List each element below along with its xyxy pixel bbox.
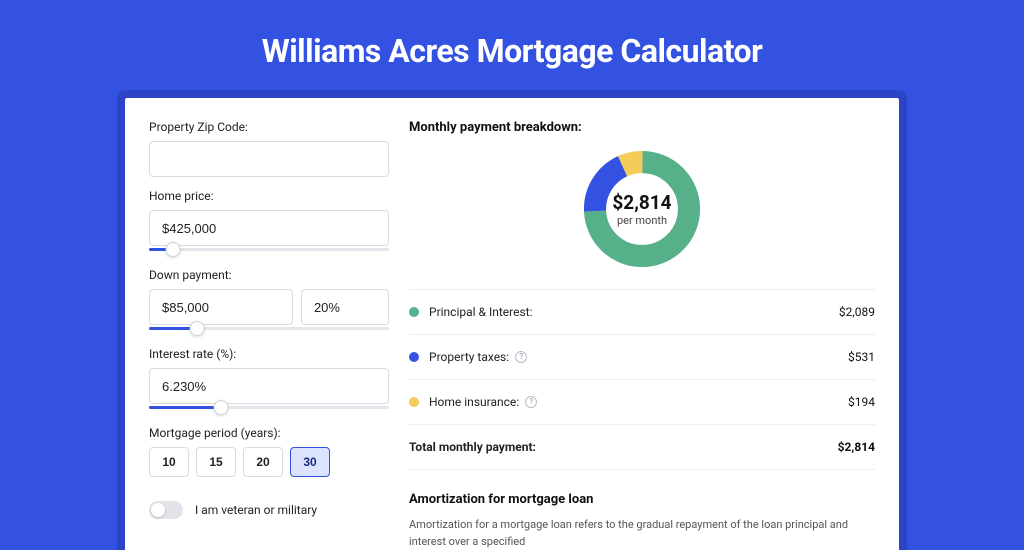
home-price-label: Home price: bbox=[149, 189, 389, 203]
divider bbox=[409, 289, 875, 290]
interest-slider[interactable] bbox=[149, 402, 389, 414]
period-option-30[interactable]: 30 bbox=[290, 447, 330, 477]
donut-sub: per month bbox=[612, 214, 671, 227]
legend-label: Home insurance: ? bbox=[429, 395, 848, 409]
form-column: Property Zip Code: Home price: Down paym… bbox=[149, 120, 389, 550]
field-period: Mortgage period (years): 10 15 20 30 bbox=[149, 426, 389, 477]
amortization-text: Amortization for a mortgage loan refers … bbox=[409, 517, 875, 550]
period-option-20[interactable]: 20 bbox=[243, 447, 283, 477]
down-payment-pct-input[interactable] bbox=[301, 289, 389, 325]
slider-thumb[interactable] bbox=[166, 242, 181, 257]
interest-input[interactable] bbox=[149, 368, 389, 404]
donut-chart: $2,814 per month bbox=[409, 147, 875, 271]
period-label: Mortgage period (years): bbox=[149, 426, 389, 440]
legend-value: $194 bbox=[848, 395, 875, 409]
veteran-toggle[interactable] bbox=[149, 501, 183, 519]
legend-dot-icon bbox=[409, 397, 419, 407]
zip-label: Property Zip Code: bbox=[149, 120, 389, 134]
home-price-input[interactable] bbox=[149, 210, 389, 246]
zip-input[interactable] bbox=[149, 141, 389, 177]
interest-label: Interest rate (%): bbox=[149, 347, 389, 361]
page-title: Williams Acres Mortgage Calculator bbox=[262, 32, 763, 70]
breakdown-title: Monthly payment breakdown: bbox=[409, 120, 875, 135]
legend-value: $2,089 bbox=[839, 305, 875, 319]
legend-dot-icon bbox=[409, 352, 419, 362]
home-price-slider[interactable] bbox=[149, 244, 389, 256]
field-home-price: Home price: bbox=[149, 189, 389, 256]
period-option-10[interactable]: 10 bbox=[149, 447, 189, 477]
period-option-15[interactable]: 15 bbox=[196, 447, 236, 477]
field-down-payment: Down payment: bbox=[149, 268, 389, 335]
card-backdrop: Property Zip Code: Home price: Down paym… bbox=[117, 90, 907, 550]
calculator-card: Property Zip Code: Home price: Down paym… bbox=[125, 98, 899, 550]
divider bbox=[409, 334, 875, 335]
slider-thumb[interactable] bbox=[214, 400, 229, 415]
donut-amount: $2,814 bbox=[612, 191, 671, 214]
legend-row-principal: Principal & Interest: $2,089 bbox=[409, 296, 875, 328]
field-interest: Interest rate (%): bbox=[149, 347, 389, 414]
veteran-label: I am veteran or military bbox=[195, 503, 317, 517]
breakdown-column: Monthly payment breakdown: $2,814 per mo… bbox=[409, 120, 875, 550]
info-icon[interactable]: ? bbox=[525, 396, 537, 408]
legend-label: Total monthly payment: bbox=[409, 440, 838, 454]
legend-row-total: Total monthly payment: $2,814 bbox=[409, 431, 875, 463]
down-payment-amount-input[interactable] bbox=[149, 289, 293, 325]
down-payment-slider[interactable] bbox=[149, 323, 389, 335]
legend-value: $2,814 bbox=[838, 440, 875, 454]
amortization-title: Amortization for mortgage loan bbox=[409, 492, 875, 507]
info-icon[interactable]: ? bbox=[515, 351, 527, 363]
donut-center: $2,814 per month bbox=[612, 191, 671, 227]
down-payment-label: Down payment: bbox=[149, 268, 389, 282]
divider bbox=[409, 424, 875, 425]
legend-dot-icon bbox=[409, 307, 419, 317]
divider bbox=[409, 379, 875, 380]
legend-row-taxes: Property taxes: ? $531 bbox=[409, 341, 875, 373]
slider-thumb[interactable] bbox=[190, 321, 205, 336]
veteran-row: I am veteran or military bbox=[149, 501, 389, 519]
legend-value: $531 bbox=[848, 350, 875, 364]
period-options: 10 15 20 30 bbox=[149, 447, 389, 477]
legend-label: Principal & Interest: bbox=[429, 305, 839, 319]
field-zip: Property Zip Code: bbox=[149, 120, 389, 177]
divider bbox=[409, 469, 875, 470]
legend-row-insurance: Home insurance: ? $194 bbox=[409, 386, 875, 418]
legend-label: Property taxes: ? bbox=[429, 350, 848, 364]
